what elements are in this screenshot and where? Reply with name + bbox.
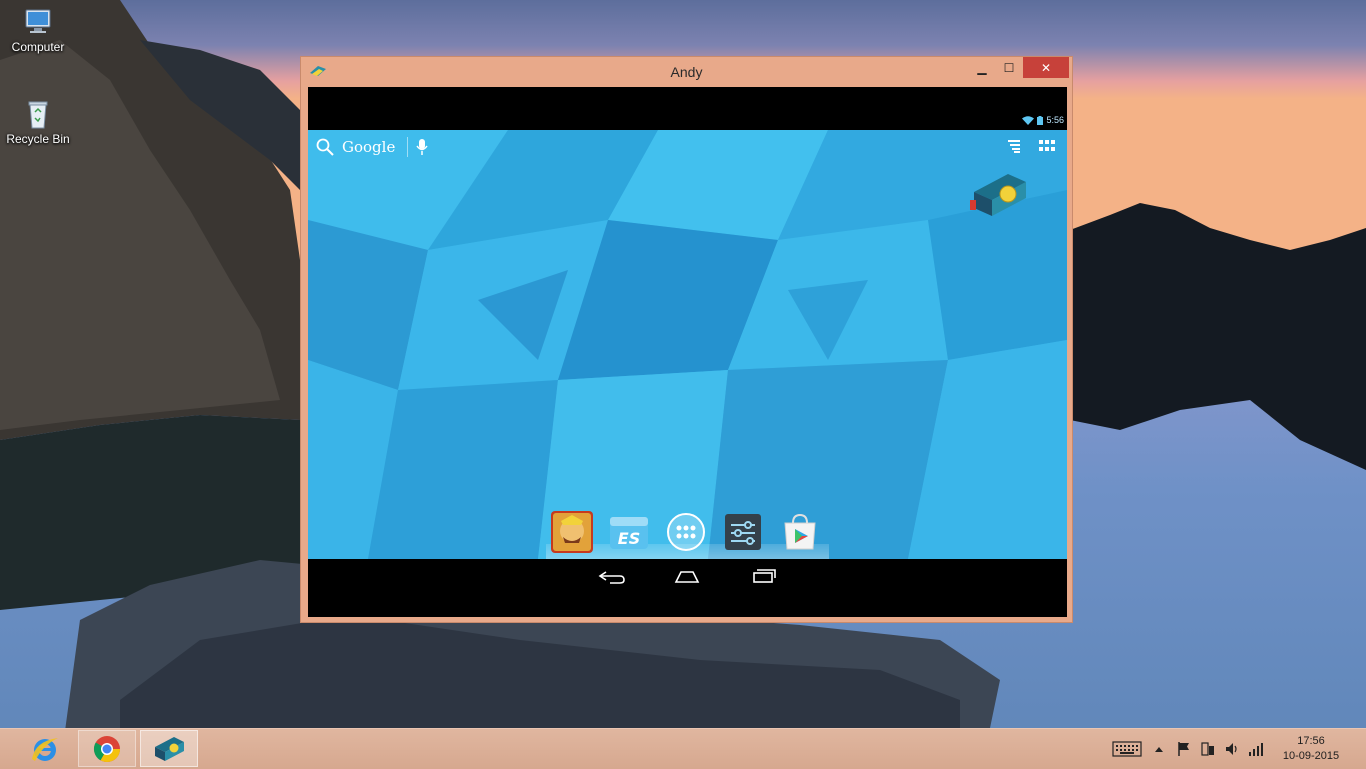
close-button[interactable]: ✕ — [1023, 57, 1069, 78]
wifi-icon — [1022, 115, 1035, 125]
recent-apps-icon[interactable] — [744, 566, 784, 586]
desktop-icon-recycle-bin[interactable]: Recycle Bin — [0, 98, 76, 146]
taskbar: 17:56 10-09-2015 — [0, 728, 1366, 769]
show-hidden-icons-icon[interactable] — [1154, 745, 1164, 753]
window-title: Andy — [670, 64, 703, 80]
clash-of-clans-icon[interactable] — [551, 511, 593, 553]
play-store-icon[interactable] — [779, 511, 821, 553]
maximize-button[interactable]: ☐ — [996, 57, 1022, 78]
search-divider — [407, 137, 409, 157]
all-apps-icon[interactable] — [665, 511, 707, 553]
andy-window: Andy ▁ ☐ ✕ 5:56 Google ES — [300, 56, 1073, 623]
home-icon[interactable] — [667, 566, 707, 586]
window-titlebar[interactable]: Andy ▁ ☐ ✕ — [301, 57, 1072, 87]
desktop-icon-computer[interactable]: Computer — [0, 6, 76, 54]
desktop-icon-label: Recycle Bin — [6, 132, 70, 146]
desktop-icon-label: Computer — [11, 40, 65, 54]
widget-list-icon[interactable] — [1007, 139, 1021, 153]
app-grid-icon[interactable] — [1039, 139, 1055, 153]
andy-launcher-icon[interactable] — [968, 170, 1028, 222]
flag-icon[interactable] — [1176, 741, 1192, 757]
search-icon — [316, 138, 334, 156]
home-wallpaper — [308, 130, 1067, 559]
google-search-bar[interactable]: Google — [316, 137, 428, 157]
volume-icon[interactable] — [1224, 741, 1240, 757]
taskbar-clock[interactable]: 17:56 10-09-2015 — [1276, 734, 1346, 764]
chrome-icon — [93, 735, 121, 762]
keyboard-icon[interactable] — [1112, 741, 1142, 757]
battery-icon — [1037, 115, 1044, 125]
signal-icon[interactable] — [1248, 741, 1264, 757]
internet-explorer-icon — [32, 737, 58, 761]
android-emulator-display: 5:56 Google ES — [308, 87, 1067, 617]
back-icon[interactable] — [592, 566, 632, 586]
android-home-screen[interactable]: Google ES — [308, 130, 1067, 559]
clock-date: 10-09-2015 — [1282, 750, 1340, 762]
computer-icon — [25, 9, 51, 33]
android-navigation-bar — [308, 559, 1067, 617]
settings-icon[interactable] — [722, 511, 764, 553]
svg-text:ES: ES — [618, 529, 640, 548]
microphone-icon[interactable] — [416, 138, 428, 156]
taskbar-chrome[interactable] — [78, 730, 136, 767]
taskbar-andy[interactable] — [140, 730, 198, 767]
recycle-bin-icon — [28, 101, 48, 129]
clock-time: 17:56 — [1297, 735, 1325, 747]
network-icon[interactable] — [1200, 741, 1216, 757]
home-top-right-icons — [1007, 139, 1055, 153]
minimize-button[interactable]: ▁ — [969, 57, 995, 78]
app-dock: ES — [546, 508, 829, 559]
andy-icon — [155, 736, 184, 761]
android-status-time: 5:56 — [1046, 115, 1064, 125]
taskbar-internet-explorer[interactable] — [16, 730, 74, 767]
google-label: Google — [342, 138, 396, 156]
android-status-bar: 5:56 — [1022, 115, 1064, 125]
es-file-explorer-icon[interactable]: ES — [608, 511, 650, 553]
